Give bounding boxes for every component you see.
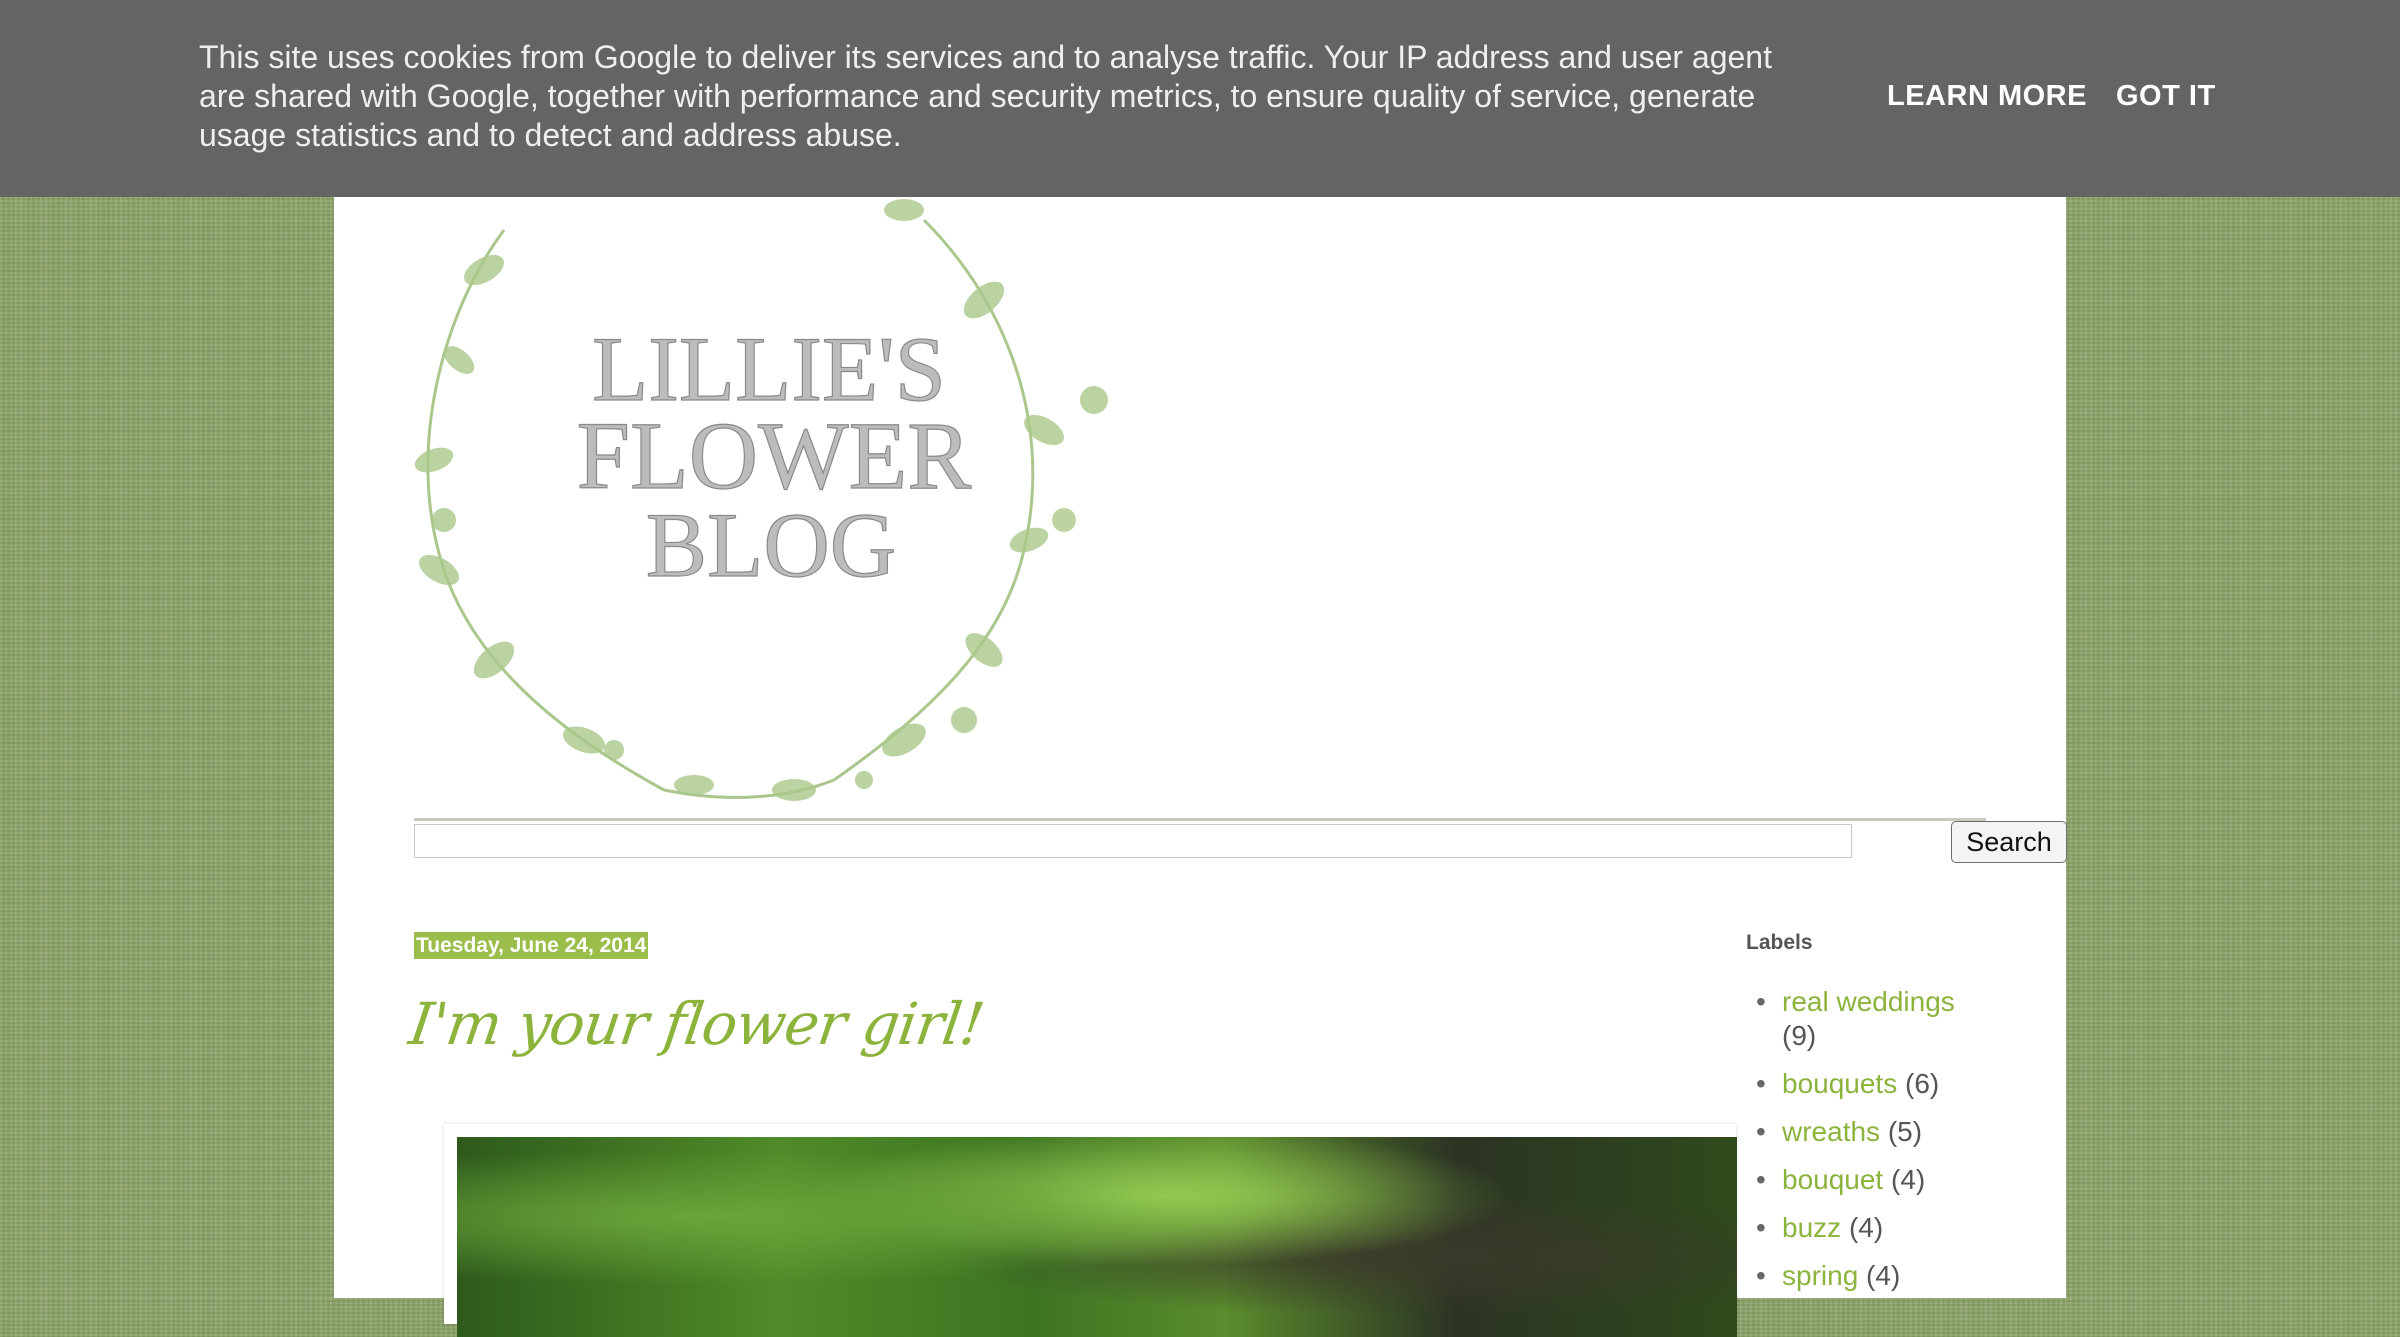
list-item: • bouquets (6) [1746, 1067, 1996, 1101]
bullet-icon: • [1756, 1212, 1766, 1243]
bullet-icon: • [1756, 1116, 1766, 1147]
cookie-notice-text: This site uses cookies from Google to de… [199, 39, 1772, 153]
label-link[interactable]: bouquet [1782, 1164, 1883, 1195]
divider [414, 818, 1986, 821]
logo-line-2: FLOWER [577, 402, 972, 509]
labels-list: • real weddings (9) • bouquets (6) • wre… [1746, 985, 1996, 1307]
label-link[interactable]: spring [1782, 1260, 1858, 1291]
learn-more-button[interactable]: LEARN MORE [1887, 80, 2087, 113]
post-title[interactable]: I'm your flower girl! [405, 990, 987, 1058]
list-item: • buzz (4) [1746, 1211, 1996, 1245]
bullet-icon: • [1756, 986, 1766, 1017]
label-count: (5) [1887, 1116, 1923, 1147]
cookie-consent-bar: This site uses cookies from Google to de… [0, 0, 2400, 197]
bullet-icon: • [1756, 1068, 1766, 1099]
list-item: • real weddings (9) [1746, 985, 1996, 1053]
labels-heading: Labels [1746, 931, 1813, 954]
list-item: • bouquet (4) [1746, 1163, 1996, 1197]
label-link[interactable]: wreaths [1782, 1116, 1880, 1147]
post-image[interactable] [457, 1137, 1737, 1337]
got-it-button[interactable]: GOT IT [2116, 80, 2216, 113]
label-count: (4) [1848, 1212, 1884, 1243]
bullet-icon: • [1756, 1260, 1766, 1291]
bullet-icon: • [1756, 1164, 1766, 1195]
label-link[interactable]: buzz [1782, 1212, 1841, 1243]
search-button[interactable]: Search [1951, 821, 2067, 863]
logo-line-3: BLOG [646, 494, 896, 596]
label-count: (9) [1782, 1020, 1817, 1051]
search-input[interactable] [414, 824, 1852, 858]
post-date: Tuesday, June 24, 2014 [414, 932, 649, 959]
label-link[interactable]: real weddings [1782, 986, 1955, 1017]
list-item: • spring (4) [1746, 1259, 1996, 1293]
blog-logo[interactable]: LILLIE'S FLOWER BLOG [364, 190, 1164, 810]
floral-wreath-logo: LILLIE'S FLOWER BLOG [414, 199, 1108, 801]
label-link[interactable]: bouquets [1782, 1068, 1897, 1099]
post-image-frame [444, 1124, 1737, 1337]
label-count: (4) [1866, 1260, 1901, 1291]
label-count: (6) [1905, 1068, 1940, 1099]
list-item: • wreaths (5) [1746, 1115, 1996, 1149]
label-count: (4) [1891, 1164, 1926, 1195]
